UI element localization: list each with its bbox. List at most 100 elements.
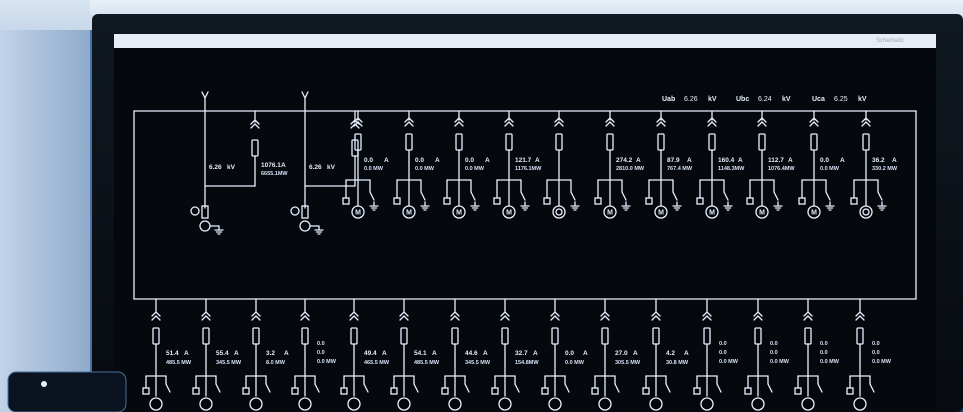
feeder-power: 1148.3MW: [718, 166, 745, 172]
feeder-current-unit: A: [892, 157, 897, 164]
bus-voltage-unit: kV: [708, 96, 717, 103]
feeder-current-unit: A: [485, 157, 490, 164]
feeder-current: 0.0: [872, 341, 880, 347]
feeder-current-2: 0.0: [872, 350, 880, 356]
feeder-current-unit: A: [284, 350, 289, 357]
feeder-power: 154.8MW: [515, 360, 539, 366]
feeder-current-unit: A: [435, 157, 440, 164]
feeder-power: 0.0 MW: [770, 359, 789, 365]
motor-icon-glyph: M: [506, 210, 512, 217]
motor-icon-glyph: M: [811, 210, 817, 217]
feeder-current-unit: A: [738, 157, 743, 164]
bus-voltage-label: Uca: [812, 96, 825, 103]
device-indicator-icon: [41, 381, 47, 387]
feeder-power: 345.5 MW: [216, 360, 242, 366]
feeder-current-unit: A: [533, 350, 538, 357]
photo-scene: MMMMMMMMM: [0, 0, 963, 412]
feeder-power: 0.0 MW: [317, 359, 336, 365]
feeder-current: 49.4: [364, 350, 377, 357]
feeder-power: 0.0 MW: [465, 166, 484, 172]
feeder-current-unit: A: [184, 350, 189, 357]
window-titlebar: [114, 34, 936, 48]
window-title: Schematic: [876, 38, 905, 44]
feeder-power: 1176.1MW: [515, 166, 542, 172]
feeder-current-unit: A: [687, 157, 692, 164]
motor-icon-glyph: M: [709, 210, 715, 217]
feeder-current-unit: A: [234, 350, 239, 357]
incomer-voltage: 6.26: [209, 164, 222, 171]
feeder-current: 51.4: [166, 350, 179, 357]
incomer-voltage-unit: kV: [327, 164, 335, 171]
feeder-current-2: 0.0: [820, 350, 828, 356]
feeder-power: 0.0 MW: [364, 166, 383, 172]
feeder-power: 1076.4MW: [768, 166, 795, 172]
incomer-power: 6655.1MW: [261, 171, 288, 177]
feeder-current: 4.2: [666, 350, 676, 357]
feeder-current: 0.0: [770, 341, 778, 347]
feeder-power: 0.0 MW: [719, 359, 738, 365]
feeder-power: 2810.0 MW: [616, 166, 645, 172]
feeder-current: 274.2: [616, 157, 633, 164]
feeder-current-unit: A: [636, 157, 641, 164]
feeder-current: 0.0: [317, 341, 325, 347]
feeder-current: 27.0: [615, 350, 628, 357]
feeder-current-2: 0.0: [770, 350, 778, 356]
feeder-current-unit: A: [840, 157, 845, 164]
feeder-power: 30.8 MW: [666, 360, 689, 366]
motor-icon-glyph: M: [658, 210, 664, 217]
feeder-current: 0.0: [820, 157, 830, 164]
feeder-current: 0.0: [415, 157, 425, 164]
feeder-current: 32.7: [515, 350, 528, 357]
feeder-current-2: 0.0: [317, 350, 325, 356]
feeder-current-unit: A: [684, 350, 689, 357]
bus-voltage-value: 6.26: [684, 96, 698, 103]
feeder-current-unit: A: [583, 350, 588, 357]
incomer-voltage-unit: kV: [227, 164, 235, 171]
feeder-current: 54.1: [414, 350, 427, 357]
bus-voltage-value: 6.24: [758, 96, 772, 103]
feeder-power: 0.0 MW: [872, 359, 891, 365]
feeder-current: 0.0: [820, 341, 828, 347]
feeder-current: 3.2: [266, 350, 276, 357]
feeder-current: 0.0: [719, 341, 727, 347]
feeder-current: 112.7: [768, 157, 784, 164]
feeder-power: 485.5 MW: [414, 360, 440, 366]
feeder-current-unit: A: [633, 350, 638, 357]
bus-voltage-label: Uab: [662, 96, 676, 103]
bus-voltage-value: 6.25: [834, 96, 848, 103]
motor-icon-glyph: M: [355, 210, 361, 217]
feeder-power: 485.5 MW: [166, 360, 192, 366]
feeder-current-unit: A: [483, 350, 488, 357]
feeder-current: 36.2: [872, 157, 885, 164]
feeder-current-unit: A: [535, 157, 540, 164]
feeder-current: 44.6: [465, 350, 478, 357]
feeder-current-unit: A: [788, 157, 793, 164]
feeder-current: 55.4: [216, 350, 229, 357]
incomer-current-unit: A: [281, 162, 286, 169]
incomer-voltage: 6.26: [309, 164, 322, 171]
feeder-power: 0.0 MW: [415, 166, 434, 172]
feeder-current: 121.7: [515, 157, 532, 164]
feeder-power: 465.5 MW: [364, 360, 390, 366]
feeder-current: 160.4: [718, 157, 735, 164]
feeder-current: 87.9: [667, 157, 680, 164]
device-corner: [7, 371, 127, 412]
feeder-power: 0.0 MW: [565, 360, 584, 366]
feeder-current: 0.0: [364, 157, 374, 164]
feeder-current-unit: A: [384, 157, 389, 164]
feeder-power: 330.2 MW: [872, 166, 898, 172]
motor-icon-glyph: M: [456, 210, 462, 217]
feeder-current-2: 0.0: [719, 350, 727, 356]
feeder-power: 345.5 MW: [465, 360, 491, 366]
feeder-power: 0.0 MW: [820, 166, 839, 172]
motor-icon-glyph: M: [406, 210, 412, 217]
motor-icon-glyph: M: [759, 210, 765, 217]
motor-icon-glyph: M: [607, 210, 613, 217]
feeder-power: 0.0 MW: [820, 359, 839, 365]
feeder-power: 767.4 MW: [667, 166, 693, 172]
incomer-current: 1076.1: [261, 162, 281, 169]
feeder-current: 0.0: [565, 350, 575, 357]
bus-voltage-label: Ubc: [736, 96, 750, 103]
feeder-power: 305.5 MW: [615, 360, 641, 366]
feeder-power: 8.0 MW: [266, 360, 285, 366]
